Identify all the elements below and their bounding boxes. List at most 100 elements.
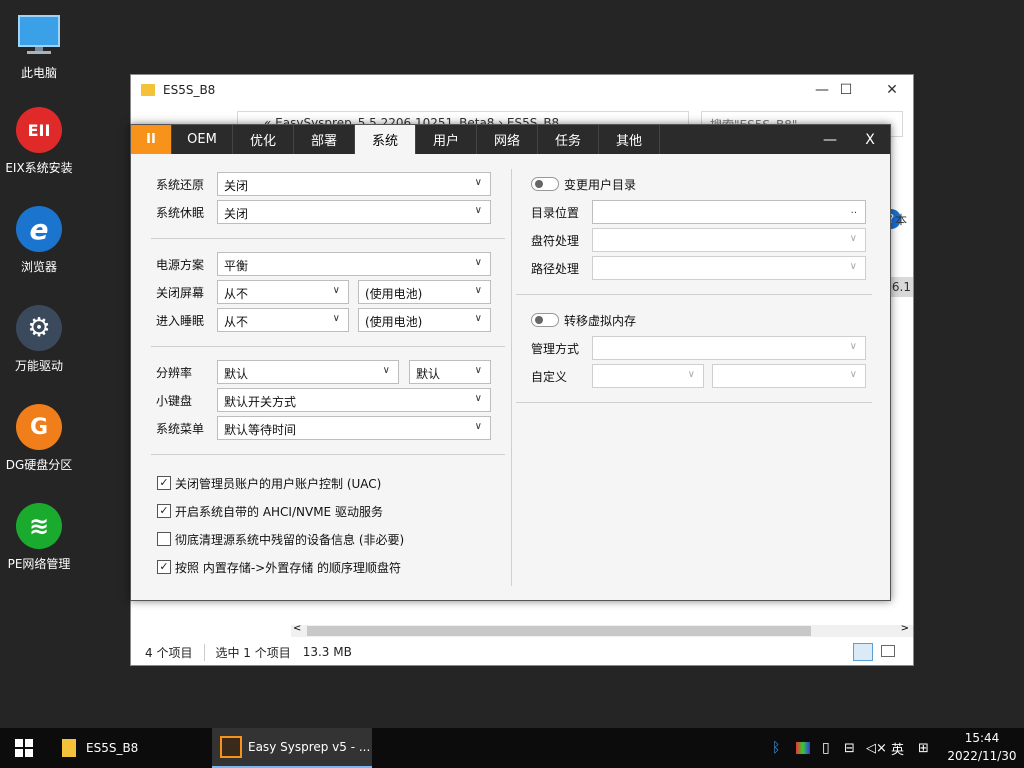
large-icons-view-icon[interactable] [881, 645, 895, 657]
change-user-dir-toggle[interactable] [531, 177, 559, 191]
dir-location-label: 目录位置 [531, 205, 580, 220]
explorer-titlebar: ES5S_B8 [131, 75, 913, 105]
power-plan-select[interactable]: 平衡 ∨ [217, 252, 491, 276]
divider [151, 454, 505, 455]
desktop-icon-label: DG硬盘分区 [5, 458, 73, 472]
drive-order-label: 按照 内置存储->外置存储 的顺序理顺盘符 [175, 560, 402, 575]
status-size: 13.3 MB [302, 645, 352, 659]
clock[interactable]: 15:44 2022/11/30 [946, 731, 1018, 763]
screen-off-battery-select[interactable]: (使用电池) ∨ [358, 280, 491, 304]
resolution-label: 分辨率 [156, 365, 193, 380]
tab-system[interactable]: 系统 [355, 125, 416, 154]
desktop-icon-network[interactable]: ≋ PE网络管理 [0, 502, 78, 572]
browse-button[interactable]: .. [851, 205, 857, 216]
horizontal-scrollbar[interactable]: < > [291, 623, 913, 637]
chevron-down-icon: ∨ [474, 285, 482, 296]
tab-deploy[interactable]: 部署 [294, 125, 355, 154]
keypad-label: 小键盘 [156, 393, 193, 408]
app-logo-icon[interactable]: II [131, 125, 172, 154]
bluetooth-icon[interactable]: ᛒ [772, 728, 788, 768]
hibernate-select[interactable]: 关闭 ∨ [217, 200, 491, 224]
desktop-icon-eix[interactable]: EII EIX系统安装 [0, 106, 78, 176]
chevron-down-icon: ∨ [474, 421, 482, 432]
folder-icon [141, 84, 155, 96]
status-selected: 选中 1 个项目 [204, 643, 291, 661]
keyboard-icon[interactable]: ⊞ [918, 728, 936, 768]
chevron-down-icon: ∨ [849, 233, 857, 244]
restore-label: 系统还原 [156, 177, 205, 192]
custom-min-select[interactable]: ∨ [592, 364, 704, 388]
taskbar-sysprep[interactable]: Easy Sysprep v5 - ... [212, 728, 372, 768]
desktop-icon-driver[interactable]: ⚙ 万能驱动 [0, 304, 78, 374]
uac-label: 关闭管理员账户的用户账户控制 (UAC) [175, 476, 382, 491]
clock-time: 15:44 [964, 731, 1000, 745]
chevron-down-icon: ∨ [474, 393, 482, 404]
color-icon[interactable] [796, 728, 814, 768]
uac-checkbox[interactable]: ✓ [157, 476, 171, 490]
path-handling-select[interactable]: ∨ [592, 256, 866, 280]
clock-date: 2022/11/30 [947, 749, 1017, 763]
taskbar-explorer[interactable]: ES5S_B8 [56, 728, 208, 768]
sleep-battery-select[interactable]: (使用电池) ∨ [358, 308, 491, 332]
scrollbar-thumb[interactable] [307, 626, 811, 636]
screen-off-select[interactable]: 从不 ∨ [217, 280, 349, 304]
explorer-title: ES5S_B8 [163, 83, 216, 97]
tab-bar: II OEM 优化 部署 系统 用户 网络 任务 其他 — X [131, 125, 890, 154]
tab-task[interactable]: 任务 [538, 125, 599, 154]
move-vm-toggle[interactable] [531, 313, 559, 327]
desktop-icon-label: 此电脑 [20, 66, 57, 80]
desktop-icon-this-pc[interactable]: 此电脑 [0, 12, 78, 81]
tab-optimize[interactable]: 优化 [233, 125, 294, 154]
details-view-icon[interactable] [853, 643, 873, 661]
custom-max-select[interactable]: ∨ [712, 364, 866, 388]
custom-label: 自定义 [531, 369, 568, 384]
drive-handling-label: 盘符处理 [531, 233, 580, 248]
dg-icon: G [16, 404, 62, 450]
tab-oem[interactable]: OEM [172, 125, 233, 154]
chevron-down-icon: ∨ [474, 313, 482, 324]
desktop-icon-dg[interactable]: G DG硬盘分区 [0, 403, 78, 473]
resolution-select[interactable]: 默认 ∨ [217, 360, 399, 384]
tab-other[interactable]: 其他 [599, 125, 660, 154]
desktop-icon-label: 浏览器 [20, 260, 57, 274]
right-panel: 变更用户目录 目录位置 .. 盘符处理 ∨ 路径处理 ∨ 转移虚拟内存 管理方式… [512, 154, 892, 602]
manage-mode-select[interactable]: ∨ [592, 336, 866, 360]
clean-devices-label: 彻底清理源系统中残留的设备信息 (非必要) [175, 532, 405, 547]
sleep-label: 进入睡眠 [156, 313, 205, 328]
desktop-icon-browser[interactable]: e 浏览器 [0, 205, 78, 275]
volume-muted-icon[interactable]: ◁× [866, 728, 887, 768]
scroll-left-icon[interactable]: < [293, 623, 301, 634]
scroll-right-icon[interactable]: > [901, 623, 909, 634]
path-handling-label: 路径处理 [531, 261, 580, 276]
usb-icon[interactable]: ▯ [822, 728, 836, 768]
clean-devices-checkbox[interactable] [157, 532, 171, 546]
drive-order-checkbox[interactable]: ✓ [157, 560, 171, 574]
windows-icon [15, 739, 33, 757]
system-menu-select[interactable]: 默认等待时间 ∨ [217, 416, 491, 440]
ime-indicator[interactable]: 英 [891, 728, 909, 768]
manage-mode-label: 管理方式 [531, 341, 580, 356]
chevron-down-icon: ∨ [382, 365, 390, 376]
restore-select[interactable]: 关闭 ∨ [217, 172, 491, 196]
hibernate-label: 系统休眠 [156, 205, 205, 220]
maximize-button[interactable]: ☐ [823, 75, 869, 105]
chevron-down-icon: ∨ [849, 261, 857, 272]
tab-network[interactable]: 网络 [477, 125, 538, 154]
chevron-down-icon: ∨ [849, 369, 857, 380]
dir-location-input[interactable]: .. [592, 200, 866, 224]
tab-user[interactable]: 用户 [416, 125, 477, 154]
drive-handling-select[interactable]: ∨ [592, 228, 866, 252]
chevron-down-icon: ∨ [474, 205, 482, 216]
start-button[interactable] [0, 728, 48, 768]
keypad-select[interactable]: 默认开关方式 ∨ [217, 388, 491, 412]
close-button[interactable]: X [853, 125, 887, 154]
sleep-select[interactable]: 从不 ∨ [217, 308, 349, 332]
ahci-checkbox[interactable]: ✓ [157, 504, 171, 518]
minimize-button[interactable]: — [813, 125, 847, 154]
refresh-rate-select[interactable]: 默认 ∨ [409, 360, 491, 384]
close-button[interactable]: ✕ [869, 75, 915, 105]
sysprep-window: II OEM 优化 部署 系统 用户 网络 任务 其他 — X 系统还原 关闭 ∨… [130, 124, 891, 601]
chevron-down-icon: ∨ [332, 313, 340, 324]
network-status-icon[interactable]: ⊟ [844, 728, 862, 768]
divider [516, 294, 872, 295]
